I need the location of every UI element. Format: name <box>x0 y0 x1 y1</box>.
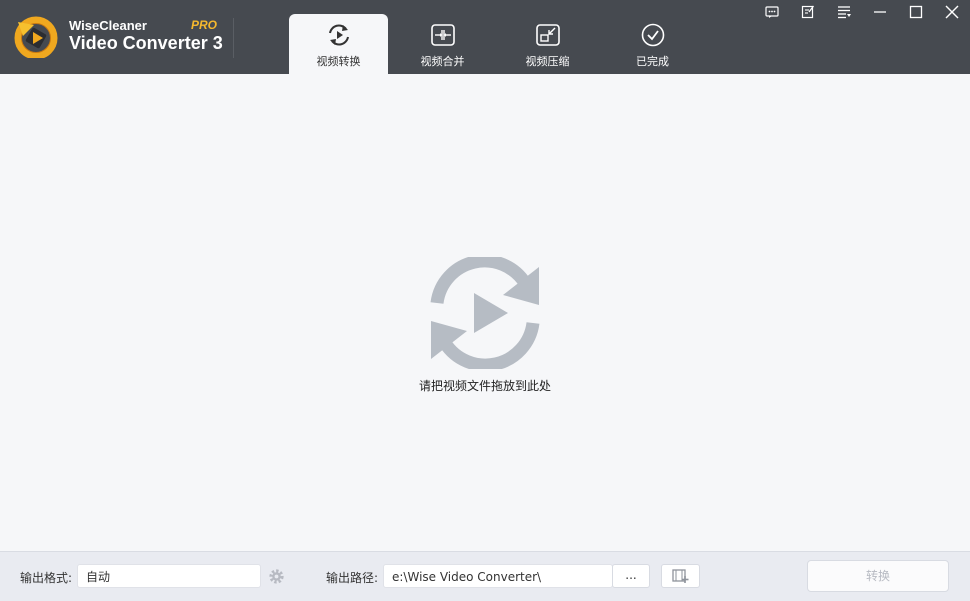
film-add-icon <box>672 569 689 583</box>
tab-video-compress[interactable]: 视频压缩 <box>498 14 597 74</box>
convert-play-icon <box>430 257 540 369</box>
maximize-icon[interactable] <box>908 4 924 20</box>
brand-name: WiseCleaner <box>69 18 147 33</box>
merge-icon <box>431 24 455 46</box>
gear-icon[interactable] <box>268 568 285 585</box>
output-format-label: 输出格式: <box>20 571 73 585</box>
tab-video-merge[interactable]: 视频合并 <box>393 14 492 74</box>
drop-zone[interactable]: 请把视频文件拖放到此处 <box>0 74 970 551</box>
tab-label: 视频转换 <box>316 55 361 68</box>
tab-completed[interactable]: 已完成 <box>603 14 702 74</box>
app-logo-icon <box>14 16 58 58</box>
title-bar: WiseCleaner Video Converter 3 PRO 视频转换 视… <box>0 0 970 74</box>
edition-badge: PRO <box>191 18 218 32</box>
convert-button[interactable]: 转换 <box>807 560 949 592</box>
minimize-icon[interactable] <box>872 4 888 20</box>
tab-label: 视频合并 <box>420 55 465 68</box>
check-circle-icon <box>641 23 665 47</box>
notes-icon[interactable] <box>800 4 816 20</box>
output-path-field[interactable]: e:\Wise Video Converter\ <box>383 564 613 588</box>
close-icon[interactable] <box>944 4 960 20</box>
header-divider <box>233 18 234 58</box>
tab-label: 已完成 <box>636 55 669 68</box>
footer-bar: 输出格式: 自动 输出路径: e:\Wise Video Converter\ … <box>0 551 970 601</box>
browse-button[interactable]: ... <box>612 564 650 588</box>
output-format-select[interactable]: 自动 <box>77 564 261 588</box>
output-path-label: 输出路径: <box>326 571 379 585</box>
product-name: Video Converter 3 <box>69 33 223 53</box>
compress-icon <box>536 24 560 46</box>
convert-icon <box>329 24 349 46</box>
menu-icon[interactable] <box>836 4 852 20</box>
tab-video-convert[interactable]: 视频转换 <box>289 14 388 74</box>
tab-label: 视频压缩 <box>525 55 570 68</box>
open-folder-button[interactable] <box>661 564 700 588</box>
drop-hint-text: 请把视频文件拖放到此处 <box>418 379 551 393</box>
feedback-icon[interactable] <box>764 4 780 20</box>
